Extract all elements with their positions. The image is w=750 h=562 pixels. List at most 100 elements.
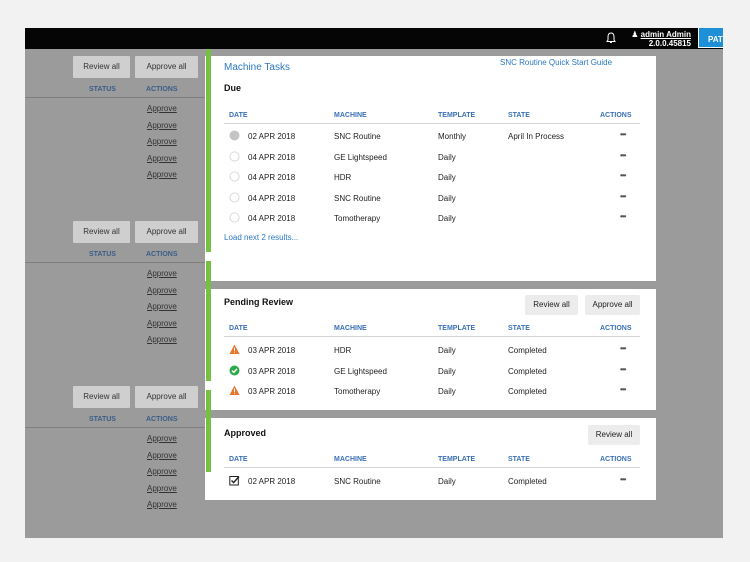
approve-link[interactable]: Approve: [147, 153, 177, 170]
checkbox-checked-icon: [229, 476, 240, 486]
state-cell: April In Process: [508, 132, 565, 141]
state-cell: Completed: [508, 366, 547, 376]
quick-start-guide-link[interactable]: SNC Routine Quick Start Guide: [500, 58, 612, 67]
version-label: 2.0.0.45815: [648, 39, 691, 48]
pending-accent-bar: [206, 261, 211, 381]
machine-cell: Tomotherapy: [334, 387, 381, 396]
template-cell: Daily: [438, 152, 456, 162]
table-row[interactable]: 02 APR 2018 SNC Routine Daily Completed •••: [224, 471, 640, 491]
date-cell: 03 APR 2018: [248, 387, 296, 396]
col-template: TEMPLATE: [438, 325, 476, 332]
row-menu-icon[interactable]: •••: [620, 192, 626, 201]
user-info: ♟ admin Admin 2.0.0.45815: [629, 30, 691, 48]
approve-link[interactable]: Approve: [147, 301, 177, 318]
patient-tab[interactable]: PAT: [698, 28, 723, 48]
approve-link[interactable]: Approve: [147, 285, 177, 302]
date-cell: 04 APR 2018: [248, 173, 296, 182]
approve-link[interactable]: Approve: [147, 466, 177, 483]
row-menu-icon[interactable]: •••: [620, 365, 626, 374]
due-accent-bar: [206, 49, 211, 252]
approve-link[interactable]: Approve: [147, 136, 177, 153]
col-date: DATE: [229, 325, 248, 332]
bg-actions-header: ACTIONS: [146, 251, 178, 258]
row-menu-icon[interactable]: •••: [620, 151, 626, 160]
bg-review-all-button[interactable]: Review all: [73, 56, 130, 78]
bg-approve-links: Approve Approve Approve Approve Approve: [147, 103, 177, 186]
bg-approve-all-button[interactable]: Approve all: [135, 221, 198, 243]
check-circle-icon: [229, 365, 240, 375]
machine-cell: SNC Routine: [334, 193, 381, 203]
date-cell: 04 APR 2018: [248, 152, 296, 162]
approved-table-header: DATE MACHINE TEMPLATE STATE ACTIONS: [224, 452, 640, 468]
page-title: Machine Tasks: [224, 62, 290, 73]
pending-approve-all-button[interactable]: Approve all: [585, 295, 640, 315]
template-cell: Daily: [438, 193, 456, 203]
bg-review-all-button[interactable]: Review all: [73, 386, 130, 408]
row-menu-icon[interactable]: •••: [620, 212, 626, 221]
machine-tasks-card: Machine Tasks SNC Routine Quick Start Gu…: [205, 56, 656, 500]
table-row[interactable]: 03 APR 2018 GE Lightspeed Daily Completed ••…: [224, 361, 640, 381]
top-bar: ♟ admin Admin 2.0.0.45815 PAT: [25, 28, 723, 49]
table-row[interactable]: 04 APR 2018 GE Lightspeed Daily •••: [224, 147, 640, 167]
pending-section-title: Pending Review: [224, 297, 294, 307]
row-menu-icon[interactable]: •••: [620, 130, 626, 139]
approve-link[interactable]: Approve: [147, 318, 177, 335]
row-menu-icon[interactable]: •••: [620, 344, 626, 353]
warning-triangle-icon: [229, 385, 240, 395]
machine-cell: GE Lightspeed: [334, 366, 387, 376]
col-date: DATE: [229, 112, 248, 119]
approve-link[interactable]: Approve: [147, 268, 177, 285]
date-cell: 04 APR 2018: [248, 193, 296, 203]
empty-circle-icon: [229, 171, 240, 182]
bg-status-header: STATUS: [89, 86, 116, 93]
bg-review-all-button[interactable]: Review all: [73, 221, 130, 243]
row-menu-icon[interactable]: •••: [620, 385, 626, 394]
table-row[interactable]: 04 APR 2018 HDR Daily •••: [224, 167, 640, 187]
approve-link[interactable]: Approve: [147, 169, 177, 186]
due-table-header: DATE MACHINE TEMPLATE STATE ACTIONS: [224, 108, 640, 124]
table-row[interactable]: 03 APR 2018 Tomotherapy Daily Completed •••: [224, 381, 640, 401]
date-cell: 04 APR 2018: [248, 214, 296, 223]
col-machine: MACHINE: [334, 325, 367, 332]
col-actions: ACTIONS: [600, 112, 632, 119]
approve-link[interactable]: Approve: [147, 483, 177, 500]
approve-link[interactable]: Approve: [147, 450, 177, 467]
approve-link[interactable]: Approve: [147, 103, 177, 120]
table-row[interactable]: 03 APR 2018 HDR Daily Completed •••: [224, 340, 640, 360]
approve-link[interactable]: Approve: [147, 120, 177, 137]
approved-review-all-button[interactable]: Review all: [588, 425, 640, 445]
table-row[interactable]: 04 APR 2018 SNC Routine Daily •••: [224, 188, 640, 208]
machine-cell: Tomotherapy: [334, 214, 381, 223]
date-cell: 02 APR 2018: [248, 477, 296, 486]
load-next-link[interactable]: Load next 2 results...: [224, 233, 298, 242]
empty-circle-icon: [229, 212, 240, 223]
date-cell: 02 APR 2018: [248, 132, 296, 141]
bg-table-header: STATUS ACTIONS: [25, 249, 205, 263]
col-machine: MACHINE: [334, 112, 367, 119]
app-window: ♟ admin Admin 2.0.0.45815 PAT Review all…: [25, 28, 723, 538]
date-cell: 03 APR 2018: [248, 346, 296, 355]
col-state: STATE: [508, 456, 530, 463]
bg-approve-all-button[interactable]: Approve all: [135, 56, 198, 78]
template-cell: Daily: [438, 366, 456, 376]
approve-link[interactable]: Approve: [147, 334, 177, 351]
user-name-link[interactable]: admin Admin: [641, 30, 691, 39]
table-row[interactable]: 02 APR 2018 SNC Routine Monthly April In Pr…: [224, 126, 640, 146]
machine-cell: HDR: [334, 346, 352, 355]
bg-actions-header: ACTIONS: [146, 416, 178, 423]
empty-circle-icon: [229, 192, 240, 202]
bg-approve-all-button[interactable]: Approve all: [135, 386, 198, 408]
template-cell: Daily: [438, 387, 456, 396]
template-cell: Daily: [438, 173, 456, 182]
pending-review-all-button[interactable]: Review all: [525, 295, 578, 315]
col-date: DATE: [229, 456, 248, 463]
approve-link[interactable]: Approve: [147, 433, 177, 450]
approve-link[interactable]: Approve: [147, 499, 177, 516]
template-cell: Daily: [438, 214, 456, 223]
col-actions: ACTIONS: [600, 325, 632, 332]
section-divider: [205, 410, 656, 418]
table-row[interactable]: 04 APR 2018 Tomotherapy Daily •••: [224, 208, 640, 228]
bell-icon[interactable]: [604, 31, 618, 45]
row-menu-icon[interactable]: •••: [620, 171, 626, 180]
row-menu-icon[interactable]: •••: [620, 475, 626, 484]
